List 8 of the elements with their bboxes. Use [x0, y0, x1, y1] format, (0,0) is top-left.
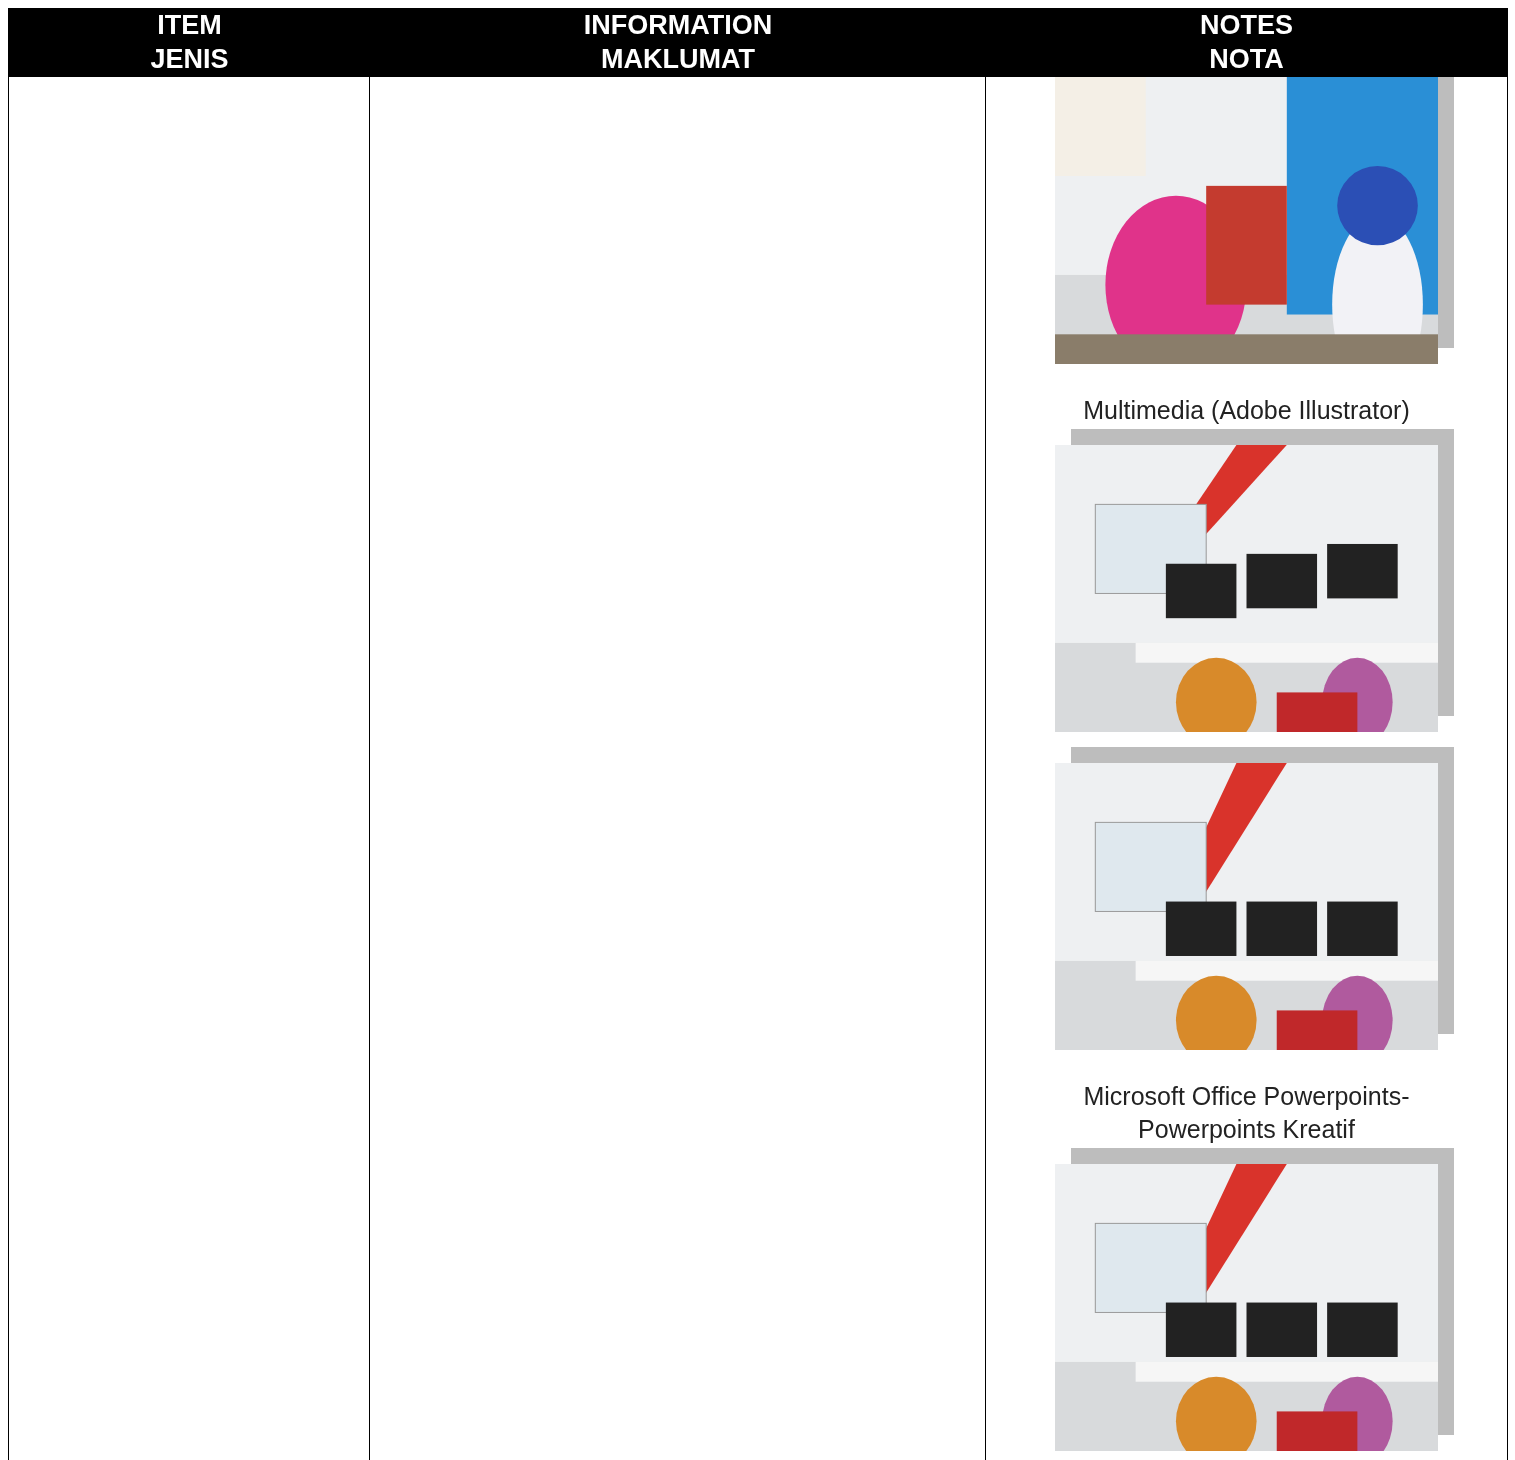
photo-caption: Multimedia (Adobe Illustrator) — [1083, 395, 1410, 426]
photo-caption: Microsoft Office Powerpoints- Powerpoints Kreatif — [1083, 1081, 1410, 1145]
column-header: JENIS — [150, 43, 229, 76]
column-header: INFORMATION — [583, 9, 773, 42]
column-header: NOTA — [1209, 43, 1284, 76]
column-header: MAKLUMAT — [601, 43, 755, 76]
column-header: NOTES — [1200, 9, 1293, 42]
column-header: ITEM — [157, 9, 222, 42]
